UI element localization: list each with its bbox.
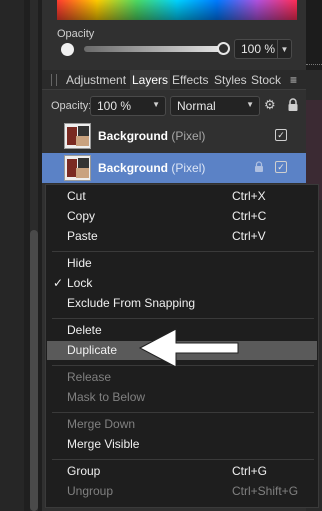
tab-stock[interactable]: Stock — [251, 70, 281, 90]
layer-thumbnail — [64, 123, 91, 149]
chevron-down-icon[interactable]: ▼ — [277, 40, 291, 58]
menu-item-label: Ungroup — [67, 484, 114, 498]
menu-item-label: Group — [67, 464, 101, 478]
opacity-value: 100 % — [241, 42, 276, 56]
menu-item-release[interactable]: Release — [47, 368, 317, 387]
tab-effects[interactable]: Effects — [172, 70, 208, 90]
layer-name: Background (Pixel) — [98, 161, 206, 175]
tab-layers[interactable]: Layers — [130, 70, 171, 90]
gear-icon[interactable]: ⚙ — [264, 98, 278, 112]
opacity-swatch — [61, 43, 74, 56]
panel-divider — [306, 64, 322, 65]
menu-item-merge-visible[interactable]: Merge Visible — [47, 435, 317, 454]
menu-item-label: Merge Visible — [67, 437, 140, 451]
menu-item-group[interactable]: Group Ctrl+G — [47, 462, 317, 481]
checkbox-icon[interactable]: ✓ — [275, 129, 287, 141]
chevron-down-icon[interactable]: ▼ — [246, 100, 254, 109]
color-spectrum[interactable] — [57, 0, 297, 20]
menu-item-label: Duplicate — [67, 343, 118, 357]
menu-item-ungroup[interactable]: Ungroup Ctrl+Shift+G — [47, 482, 317, 501]
tab-styles[interactable]: Styles — [214, 70, 247, 90]
menu-item-shortcut: Ctrl+X — [232, 189, 266, 203]
menu-item-label: Copy — [67, 209, 96, 223]
opacity-slider-knob[interactable] — [217, 42, 230, 55]
layer-opacity-value: 100 % — [97, 99, 132, 113]
opacity-input[interactable]: 100 % ▼ — [234, 39, 292, 59]
menu-item-label: Lock — [67, 276, 93, 290]
menu-item-mask-to-below[interactable]: Mask to Below — [47, 388, 317, 407]
menu-item-label: Merge Down — [67, 417, 136, 431]
menu-item-label: Mask to Below — [67, 390, 146, 404]
blend-mode-select[interactable]: Normal ▼ — [170, 96, 260, 116]
lock-icon[interactable] — [287, 98, 299, 112]
left-toolbar-strip — [0, 0, 24, 511]
menu-item-hide[interactable]: Hide — [47, 254, 317, 273]
menu-item-label: Release — [67, 370, 112, 384]
menu-separator — [52, 251, 314, 252]
menu-item-merge-down[interactable]: Merge Down — [47, 415, 317, 434]
blend-mode-value: Normal — [177, 99, 216, 113]
opacity-label: Opacity — [57, 28, 95, 40]
layer-row-selected[interactable]: Background (Pixel) ✓ — [42, 153, 306, 183]
menu-item-copy[interactable]: Copy Ctrl+C — [47, 207, 317, 226]
menu-item-shortcut: Ctrl+C — [232, 209, 267, 223]
menu-item-label: Hide — [67, 256, 92, 270]
menu-item-lock[interactable]: ✓ Lock — [47, 274, 317, 293]
layer-opacity-label: Opacity: — [51, 100, 92, 112]
menu-item-paste[interactable]: Paste Ctrl+V — [47, 227, 317, 246]
menu-item-label: Paste — [67, 229, 98, 243]
menu-separator — [52, 412, 314, 413]
menu-icon[interactable]: ≡ — [290, 73, 297, 87]
menu-item-label: Exclude From Snapping — [67, 296, 196, 310]
layer-thumbnail — [64, 155, 91, 181]
layer-row[interactable]: Background (Pixel) ✓ — [42, 121, 306, 151]
menu-separator — [52, 318, 314, 319]
drag-handle-icon[interactable] — [51, 74, 57, 86]
arrow-icon — [138, 328, 239, 368]
menu-item-shortcut: Ctrl+Shift+G — [232, 484, 299, 498]
tab-adjustment[interactable]: Adjustment — [66, 70, 126, 90]
menu-item-label: Cut — [67, 189, 86, 203]
checkmark-icon: ✓ — [53, 276, 64, 290]
menu-item-cut[interactable]: Cut Ctrl+X — [47, 187, 317, 206]
layer-name: Background (Pixel) — [98, 129, 206, 143]
scrollbar-thumb[interactable] — [30, 230, 38, 511]
checkbox-icon[interactable]: ✓ — [275, 161, 287, 173]
lock-icon[interactable] — [254, 161, 264, 173]
menu-item-label: Delete — [67, 323, 102, 337]
opacity-slider[interactable] — [84, 46, 226, 52]
chevron-down-icon[interactable]: ▼ — [152, 100, 160, 109]
menu-item-shortcut: Ctrl+G — [232, 464, 268, 478]
menu-item-shortcut: Ctrl+V — [232, 229, 266, 243]
layer-opacity-input[interactable]: 100 % ▼ — [90, 96, 166, 116]
canvas-edge-top — [306, 0, 322, 70]
menu-item-exclude-from-snapping[interactable]: Exclude From Snapping — [47, 294, 317, 313]
menu-separator — [52, 459, 314, 460]
